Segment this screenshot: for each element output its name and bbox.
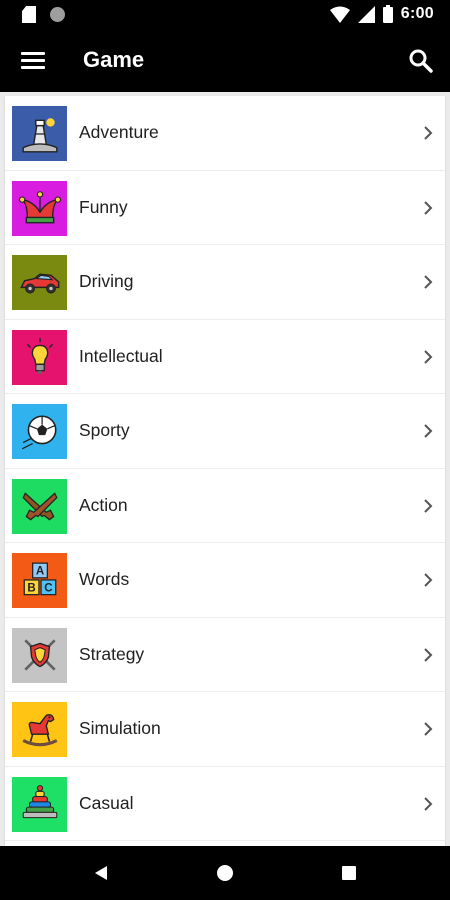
lightbulb-icon (26, 338, 53, 374)
system-nav-bar (0, 846, 450, 900)
category-list: Adventure Funny Driving Intellectual Spo… (5, 96, 445, 846)
chevron-right-icon (424, 424, 433, 438)
svg-text:B: B (27, 582, 35, 594)
list-item-label: Funny (79, 196, 128, 217)
sd-card-icon (22, 6, 36, 23)
category-tile (12, 329, 67, 385)
page-title: Game (83, 47, 145, 72)
chevron-right-icon (424, 275, 433, 289)
svg-text:C: C (44, 582, 53, 594)
category-tile (12, 627, 67, 683)
category-tile (12, 404, 67, 459)
list-item-label: Sporty (79, 420, 130, 440)
soccer-ball-icon (21, 414, 57, 449)
list-item-words[interactable]: A B C Words (5, 543, 445, 618)
wifi-icon (329, 6, 350, 23)
svg-text:A: A (35, 565, 44, 577)
list-item-label: Strategy (79, 643, 145, 664)
cell-signal-icon (357, 5, 375, 23)
list-item-strategy[interactable]: Strategy (5, 618, 445, 692)
list-item-label: Casual (79, 792, 134, 813)
home-icon[interactable] (217, 865, 233, 881)
list-item-action[interactable]: Action (5, 469, 445, 543)
ring-stack-toy-icon (22, 785, 57, 819)
rocking-horse-icon (21, 713, 58, 746)
list-item-label: Adventure (79, 122, 159, 142)
chevron-right-icon (424, 349, 433, 364)
chevron-right-icon (424, 200, 433, 215)
category-tile (12, 180, 67, 236)
category-tile (12, 776, 67, 832)
category-tile (12, 106, 67, 161)
race-car-icon (19, 272, 59, 293)
chevron-right-icon (424, 796, 433, 811)
list-item-sporty[interactable]: Sporty (5, 394, 445, 469)
chevron-right-icon (424, 573, 433, 587)
battery-icon (382, 5, 393, 23)
app-bar: Game (0, 30, 450, 92)
notification-dot-icon (50, 7, 65, 22)
jester-hat-icon (18, 191, 61, 224)
category-tile (12, 255, 67, 310)
status-left-icons (22, 6, 65, 23)
back-icon[interactable] (93, 865, 109, 881)
list-item-casual[interactable]: Casual (5, 767, 445, 841)
category-tile: A B C (12, 553, 67, 608)
chevron-right-icon (424, 722, 433, 736)
list-item-intellectual[interactable]: Intellectual (5, 320, 445, 394)
list-item-adventure[interactable]: Adventure (5, 96, 445, 171)
status-time: 6:00 (400, 5, 434, 22)
crossed-swords-shield-icon (23, 639, 56, 671)
menu-icon[interactable] (21, 52, 45, 70)
abc-blocks-icon: A B C (23, 562, 56, 595)
list-item-label: Driving (79, 271, 134, 291)
search-icon[interactable] (408, 48, 434, 74)
lighthouse-icon (22, 117, 57, 153)
list-item-label: Words (79, 569, 130, 589)
list-item-label: Intellectual (79, 345, 163, 366)
status-right-icons: 6:00 (329, 5, 434, 23)
recent-apps-icon[interactable] (342, 866, 356, 880)
list-item-label: Simulation (79, 718, 161, 738)
status-bar: 6:00 (0, 0, 450, 30)
list-item-label: Action (79, 494, 128, 515)
content-area: Adventure Funny Driving Intellectual Spo… (0, 92, 450, 846)
crossed-pistols-icon (21, 492, 58, 521)
chevron-right-icon (424, 498, 433, 513)
chevron-right-icon (424, 126, 433, 140)
list-item-driving[interactable]: Driving (5, 245, 445, 320)
list-item-simulation[interactable]: Simulation (5, 692, 445, 767)
list-item-funny[interactable]: Funny (5, 171, 445, 245)
category-tile (12, 478, 67, 534)
chevron-right-icon (424, 647, 433, 662)
category-tile (12, 702, 67, 757)
